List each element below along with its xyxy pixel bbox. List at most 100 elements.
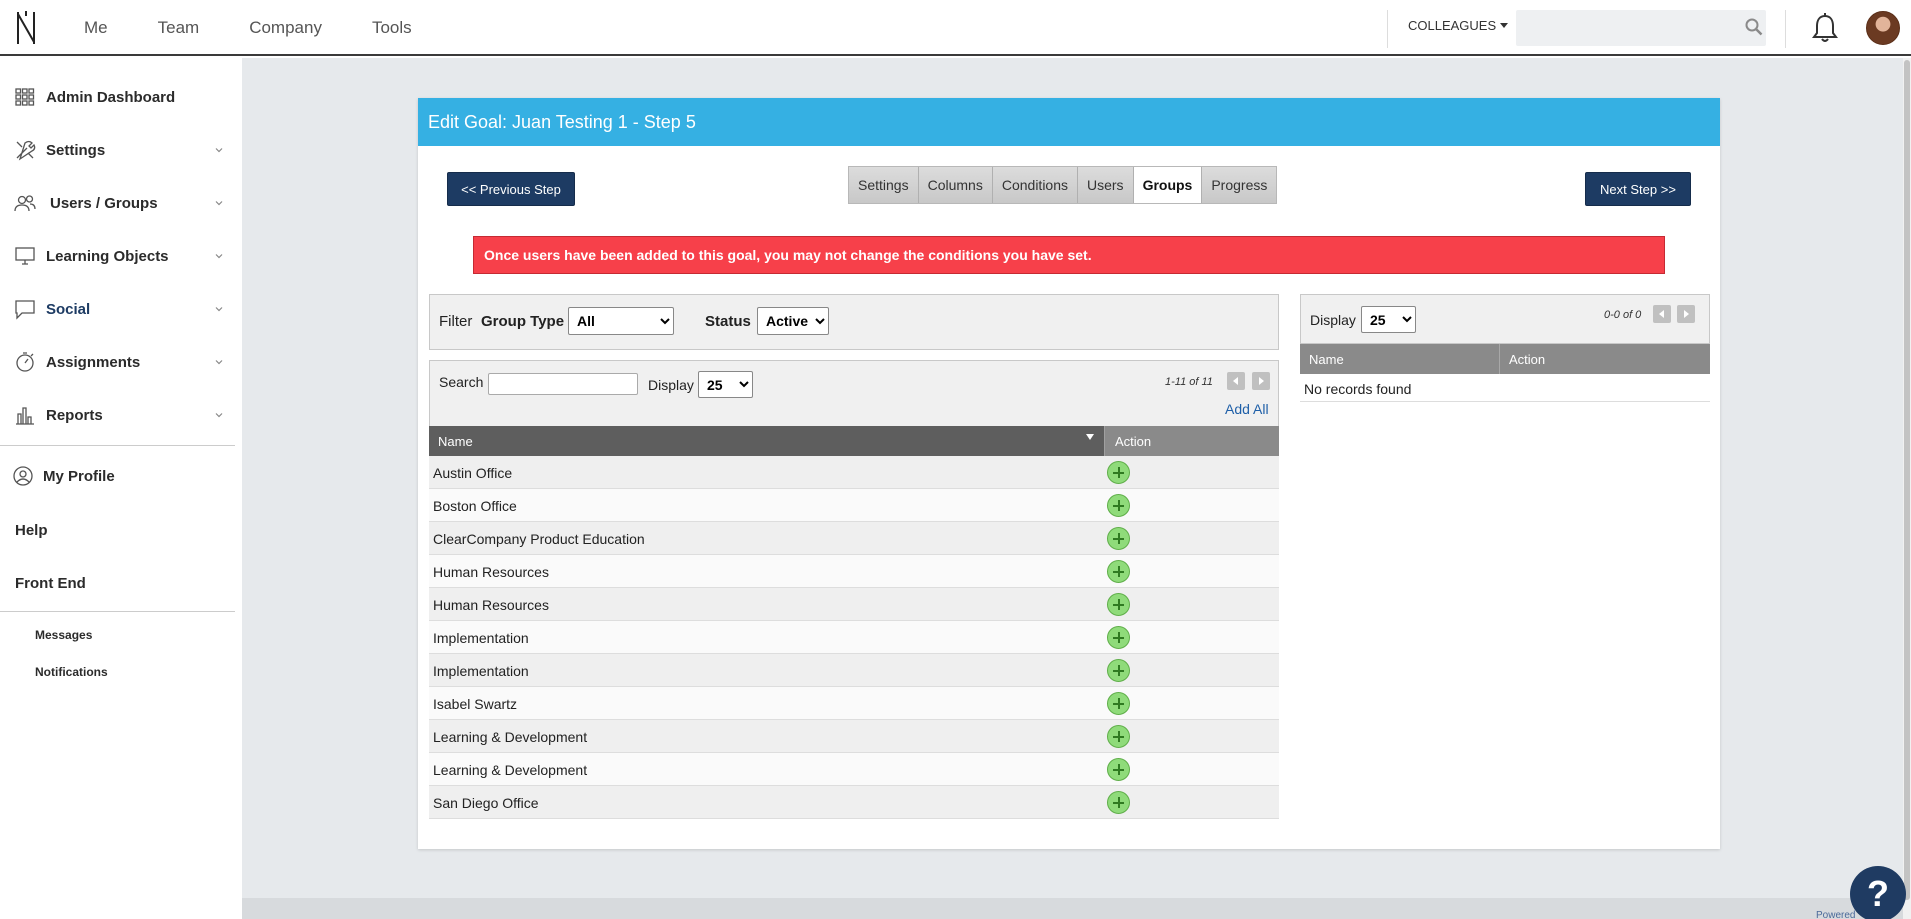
nav-company[interactable]: Company (249, 18, 322, 38)
sidebar-item-social[interactable]: Social (0, 289, 236, 329)
prev-page-button[interactable] (1653, 305, 1671, 323)
empty-state-text: No records found (1300, 374, 1710, 402)
tab-settings[interactable]: Settings (849, 167, 919, 203)
sidebar-item-users-groups[interactable]: Users / Groups (0, 183, 236, 223)
add-circle-icon[interactable] (1107, 791, 1130, 814)
chevron-down-icon (215, 413, 223, 418)
tab-columns[interactable]: Columns (918, 167, 993, 203)
nav-me[interactable]: Me (84, 18, 108, 38)
add-circle-icon[interactable] (1107, 593, 1130, 616)
table-row: San Diego Office (429, 786, 1279, 819)
status-select[interactable]: Active (757, 307, 829, 335)
logo-icon[interactable] (14, 10, 40, 46)
tab-progress[interactable]: Progress (1202, 167, 1277, 203)
scrollbar-thumb[interactable] (1904, 60, 1910, 900)
table-header: Name Action (1300, 344, 1710, 374)
table-row: Learning & Development (429, 720, 1279, 753)
chevron-down-icon (215, 254, 223, 259)
add-all-link[interactable]: Add All (1225, 401, 1269, 417)
sidebar-item-reports[interactable]: Reports (0, 395, 236, 435)
notification-bell-icon[interactable] (1810, 12, 1840, 44)
group-name-cell: Boston Office (433, 498, 517, 514)
nav-tools[interactable]: Tools (372, 18, 412, 38)
add-circle-icon[interactable] (1107, 461, 1130, 484)
table-row: ClearCompany Product Education (429, 522, 1279, 555)
add-circle-icon[interactable] (1107, 626, 1130, 649)
pager-text: 1-11 of 11 (1165, 376, 1213, 388)
group-name-cell: San Diego Office (433, 795, 539, 811)
colleagues-label: COLLEAGUES (1408, 18, 1497, 33)
chat-icon (15, 300, 35, 320)
users-icon (14, 195, 36, 212)
group-type-label: Group Type (481, 313, 565, 330)
tab-users[interactable]: Users (1078, 167, 1134, 203)
add-circle-icon[interactable] (1107, 527, 1130, 550)
sidebar-item-admin-dashboard[interactable]: Admin Dashboard (0, 77, 236, 117)
sidebar-item-settings[interactable]: Settings (0, 130, 236, 170)
step-tabs: Settings Columns Conditions Users Groups… (848, 166, 1278, 204)
sidebar-item-label: Learning Objects (46, 247, 169, 265)
top-nav: Me Team Company Tools (84, 0, 462, 56)
sort-desc-icon (1086, 434, 1094, 440)
group-search-input[interactable] (488, 373, 638, 395)
top-bar: Me Team Company Tools COLLEAGUES (0, 0, 1911, 56)
colleagues-dropdown[interactable]: COLLEAGUES (1408, 18, 1509, 33)
sidebar-item-label: Assignments (46, 353, 141, 371)
sidebar-item-front-end[interactable]: Front End (15, 575, 86, 592)
next-page-button[interactable] (1677, 305, 1695, 323)
sidebar-item-label: Settings (46, 141, 106, 159)
sidebar-item-label: My Profile (43, 467, 115, 485)
help-bubble-button[interactable]: ? (1850, 866, 1906, 919)
next-step-button[interactable]: Next Step >> (1585, 172, 1691, 206)
search-icon[interactable] (1745, 18, 1763, 36)
chevron-down-icon (215, 307, 223, 312)
next-page-button[interactable] (1252, 372, 1270, 390)
tab-groups[interactable]: Groups (1133, 167, 1203, 203)
display-count-select[interactable]: 25 (698, 371, 753, 398)
sidebar-item-my-profile[interactable]: My Profile (0, 456, 236, 496)
column-header-action: Action (1509, 352, 1546, 367)
prev-page-button[interactable] (1227, 372, 1245, 390)
add-circle-icon[interactable] (1107, 659, 1130, 682)
filter-bar: Filter Group Type All Status Active (429, 294, 1279, 350)
sidebar-item-help[interactable]: Help (15, 522, 48, 539)
column-header-name[interactable]: Name (429, 426, 1104, 456)
add-circle-icon[interactable] (1107, 758, 1130, 781)
group-name-cell: Human Resources (433, 597, 549, 613)
tools-icon (16, 140, 36, 161)
sidebar-item-learning-objects[interactable]: Learning Objects (0, 236, 236, 276)
add-circle-icon[interactable] (1107, 725, 1130, 748)
tab-conditions[interactable]: Conditions (992, 167, 1078, 203)
divider (0, 445, 235, 446)
sidebar-item-assignments[interactable]: Assignments (0, 342, 236, 382)
divider (1785, 10, 1786, 48)
nav-team[interactable]: Team (158, 18, 200, 38)
column-header-label: Name (438, 434, 473, 449)
edit-goal-card: Edit Goal: Juan Testing 1 - Step 5 << Pr… (418, 98, 1720, 849)
group-name-cell: Implementation (433, 630, 529, 646)
add-circle-icon[interactable] (1107, 494, 1130, 517)
sidebar-item-messages[interactable]: Messages (35, 628, 92, 642)
status-label: Status (705, 313, 751, 330)
sidebar-item-notifications[interactable]: Notifications (35, 665, 108, 679)
group-name-cell: Austin Office (433, 465, 513, 481)
sidebar-item-label: Users / Groups (50, 194, 158, 212)
group-name-cell: Human Resources (433, 564, 549, 580)
sidebar-item-label: Admin Dashboard (46, 88, 176, 106)
group-type-select[interactable]: All (568, 307, 674, 335)
filter-label: Filter (439, 313, 473, 330)
search-label: Search (439, 374, 484, 390)
global-search-input[interactable] (1516, 10, 1766, 46)
pager-text: 0-0 of 0 (1604, 309, 1642, 321)
scrollbar[interactable] (1903, 58, 1911, 919)
display-count-select[interactable]: 25 (1361, 306, 1416, 333)
user-avatar[interactable] (1866, 11, 1900, 45)
previous-step-button[interactable]: << Previous Step (447, 172, 575, 206)
stopwatch-icon (16, 352, 34, 372)
sidebar-item-label: Social (46, 300, 91, 318)
add-circle-icon[interactable] (1107, 692, 1130, 715)
footer (242, 898, 1903, 919)
page-title: Edit Goal: Juan Testing 1 - Step 5 (418, 98, 1720, 146)
bar-chart-icon (16, 407, 34, 425)
add-circle-icon[interactable] (1107, 560, 1130, 583)
